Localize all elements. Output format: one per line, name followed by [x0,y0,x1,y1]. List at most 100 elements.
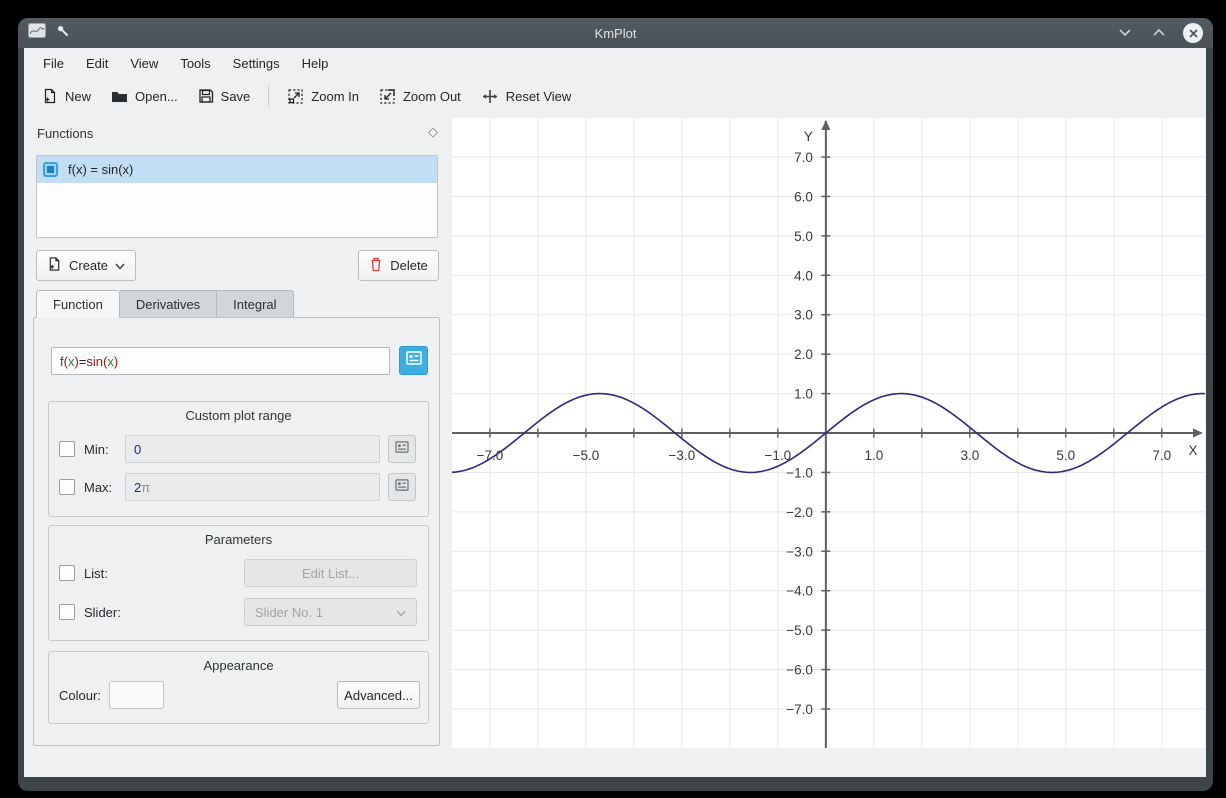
value-part: π [141,480,150,495]
axis-tick-label: 3.0 [960,448,979,463]
open-button[interactable]: Open... [101,84,188,109]
axis-tick-label: −6.0 [786,663,813,678]
functions-dock: Functions ◇ f(x) = sin(x) Create Delete … [25,118,450,748]
save-button[interactable]: Save [188,83,261,109]
equation-input[interactable]: f(x) = sin(x) [51,347,390,375]
max-editor-button[interactable] [388,473,416,501]
maximize-button[interactable] [1149,23,1169,43]
axis-tick-label: −1.0 [786,465,813,480]
reset-view-button[interactable]: Reset View [471,83,582,110]
appearance-group: Appearance Colour: Advanced... [48,651,429,724]
menu-edit[interactable]: Edit [75,52,119,75]
delete-button[interactable]: Delete [358,250,439,281]
list-checkbox[interactable] [59,565,75,581]
slider-value: Slider No. 1 [255,605,323,620]
function-tab-panel: f(x) = sin(x) Custom plot range Min: 0 M… [33,317,440,746]
plot-canvas[interactable]: −7.0−5.0−3.0−1.01.03.05.07.07.06.05.04.0… [452,118,1205,748]
menu-file[interactable]: File [32,52,75,75]
axis-tick-label: −3.0 [669,448,696,463]
axis-tick-label: −4.0 [786,584,813,599]
slider-select[interactable]: Slider No. 1 [244,598,417,626]
axis-tick-label: X [1188,443,1197,458]
axis-tick-label: −2.0 [786,505,813,520]
minimize-button[interactable] [1115,23,1135,43]
delete-label: Delete [390,258,428,273]
title-bar[interactable]: KmPlot [18,18,1213,48]
value-part: = [79,354,87,369]
create-button[interactable]: Create [36,250,136,281]
function-label: f(x) = sin(x) [68,162,133,177]
zoom-out-button[interactable]: Zoom Out [369,83,471,110]
function-visible-checkbox[interactable] [43,162,58,177]
menu-tools[interactable]: Tools [169,52,221,75]
edit-list-button[interactable]: Edit List... [244,559,417,587]
max-label: Max: [84,480,112,495]
max-checkbox[interactable] [59,479,75,495]
min-editor-button[interactable] [388,435,416,463]
colour-swatch-button[interactable] [109,681,164,709]
zoom-in-button[interactable]: Zoom In [277,83,369,110]
toolbar-separator [268,85,269,107]
save-icon [198,88,214,104]
zoom-out-icon [379,88,396,105]
min-input[interactable]: 0 [125,435,380,463]
list-label: List: [84,566,108,581]
pin-icon[interactable] [56,24,70,43]
toolbar: New Open... Save Zoom In Zoom OutReset View [24,78,1206,114]
axis-tick-label: Y [804,129,813,144]
axis-tick-label: 3.0 [794,308,813,323]
min-checkbox[interactable] [59,441,75,457]
new-document-icon [47,256,62,275]
axis-tick-label: 1.0 [864,448,883,463]
tab-integral[interactable]: Integral [217,290,293,318]
equation-editor-button[interactable] [399,346,428,375]
equation-editor-icon [395,478,409,496]
tab-bar: FunctionDerivativesIntegral [36,290,294,318]
menu-help[interactable]: Help [291,52,340,75]
plot-area[interactable]: −7.0−5.0−3.0−1.01.03.05.07.07.06.05.04.0… [452,118,1205,748]
circle-close-icon [1183,23,1203,43]
axis-tick-label: 7.0 [1152,448,1171,463]
float-dock-icon[interactable]: ◇ [428,124,438,140]
axis-tick-label: −3.0 [786,544,813,559]
menu-view[interactable]: View [119,52,169,75]
close-button[interactable] [1183,23,1203,43]
tab-function[interactable]: Function [36,290,120,318]
axis-tick-label: 6.0 [794,189,813,204]
toolbar-label: New [65,89,91,104]
axis-tick-label: 2.0 [794,347,813,362]
app-window: KmPlot FileEditViewToolsSettingsHelp New… [18,18,1213,791]
window-title: KmPlot [18,26,1213,41]
slider-checkbox[interactable] [59,604,75,620]
menu-settings[interactable]: Settings [222,52,291,75]
function-list[interactable]: f(x) = sin(x) [36,155,438,238]
slider-label: Slider: [84,605,121,620]
new-button[interactable]: New [32,83,101,109]
toolbar-label: Zoom In [311,89,359,104]
y-axis-arrow [821,120,830,130]
axis-tick-label: 1.0 [794,387,813,402]
group-title: Parameters [49,526,428,547]
function-list-item[interactable]: f(x) = sin(x) [37,156,437,183]
max-input[interactable]: 2π [125,473,380,501]
x-axis-arrow [1193,429,1203,438]
tab-derivatives[interactable]: Derivatives [120,290,217,318]
chevron-down-icon [1118,24,1132,42]
axis-tick-label: −5.0 [573,448,600,463]
axis-tick-label: 7.0 [794,150,813,165]
toolbar-label: Save [221,89,251,104]
parameters-group: Parameters List: Edit List... Slider: Sl… [48,525,429,641]
group-title: Custom plot range [49,402,428,423]
new-document-icon [42,88,58,104]
group-title: Appearance [49,652,428,673]
axis-tick-label: 5.0 [1056,448,1075,463]
reset-view-icon [481,88,499,105]
trash-icon [369,256,383,275]
create-label: Create [69,258,108,273]
advanced-button[interactable]: Advanced... [337,681,420,709]
dock-title: Functions [25,126,93,141]
custom-plot-range-group: Custom plot range Min: 0 Max: 2π [48,401,429,517]
value-part: f( [60,354,68,369]
axis-tick-label: −7.0 [786,702,813,717]
equation-editor-icon [406,351,422,370]
